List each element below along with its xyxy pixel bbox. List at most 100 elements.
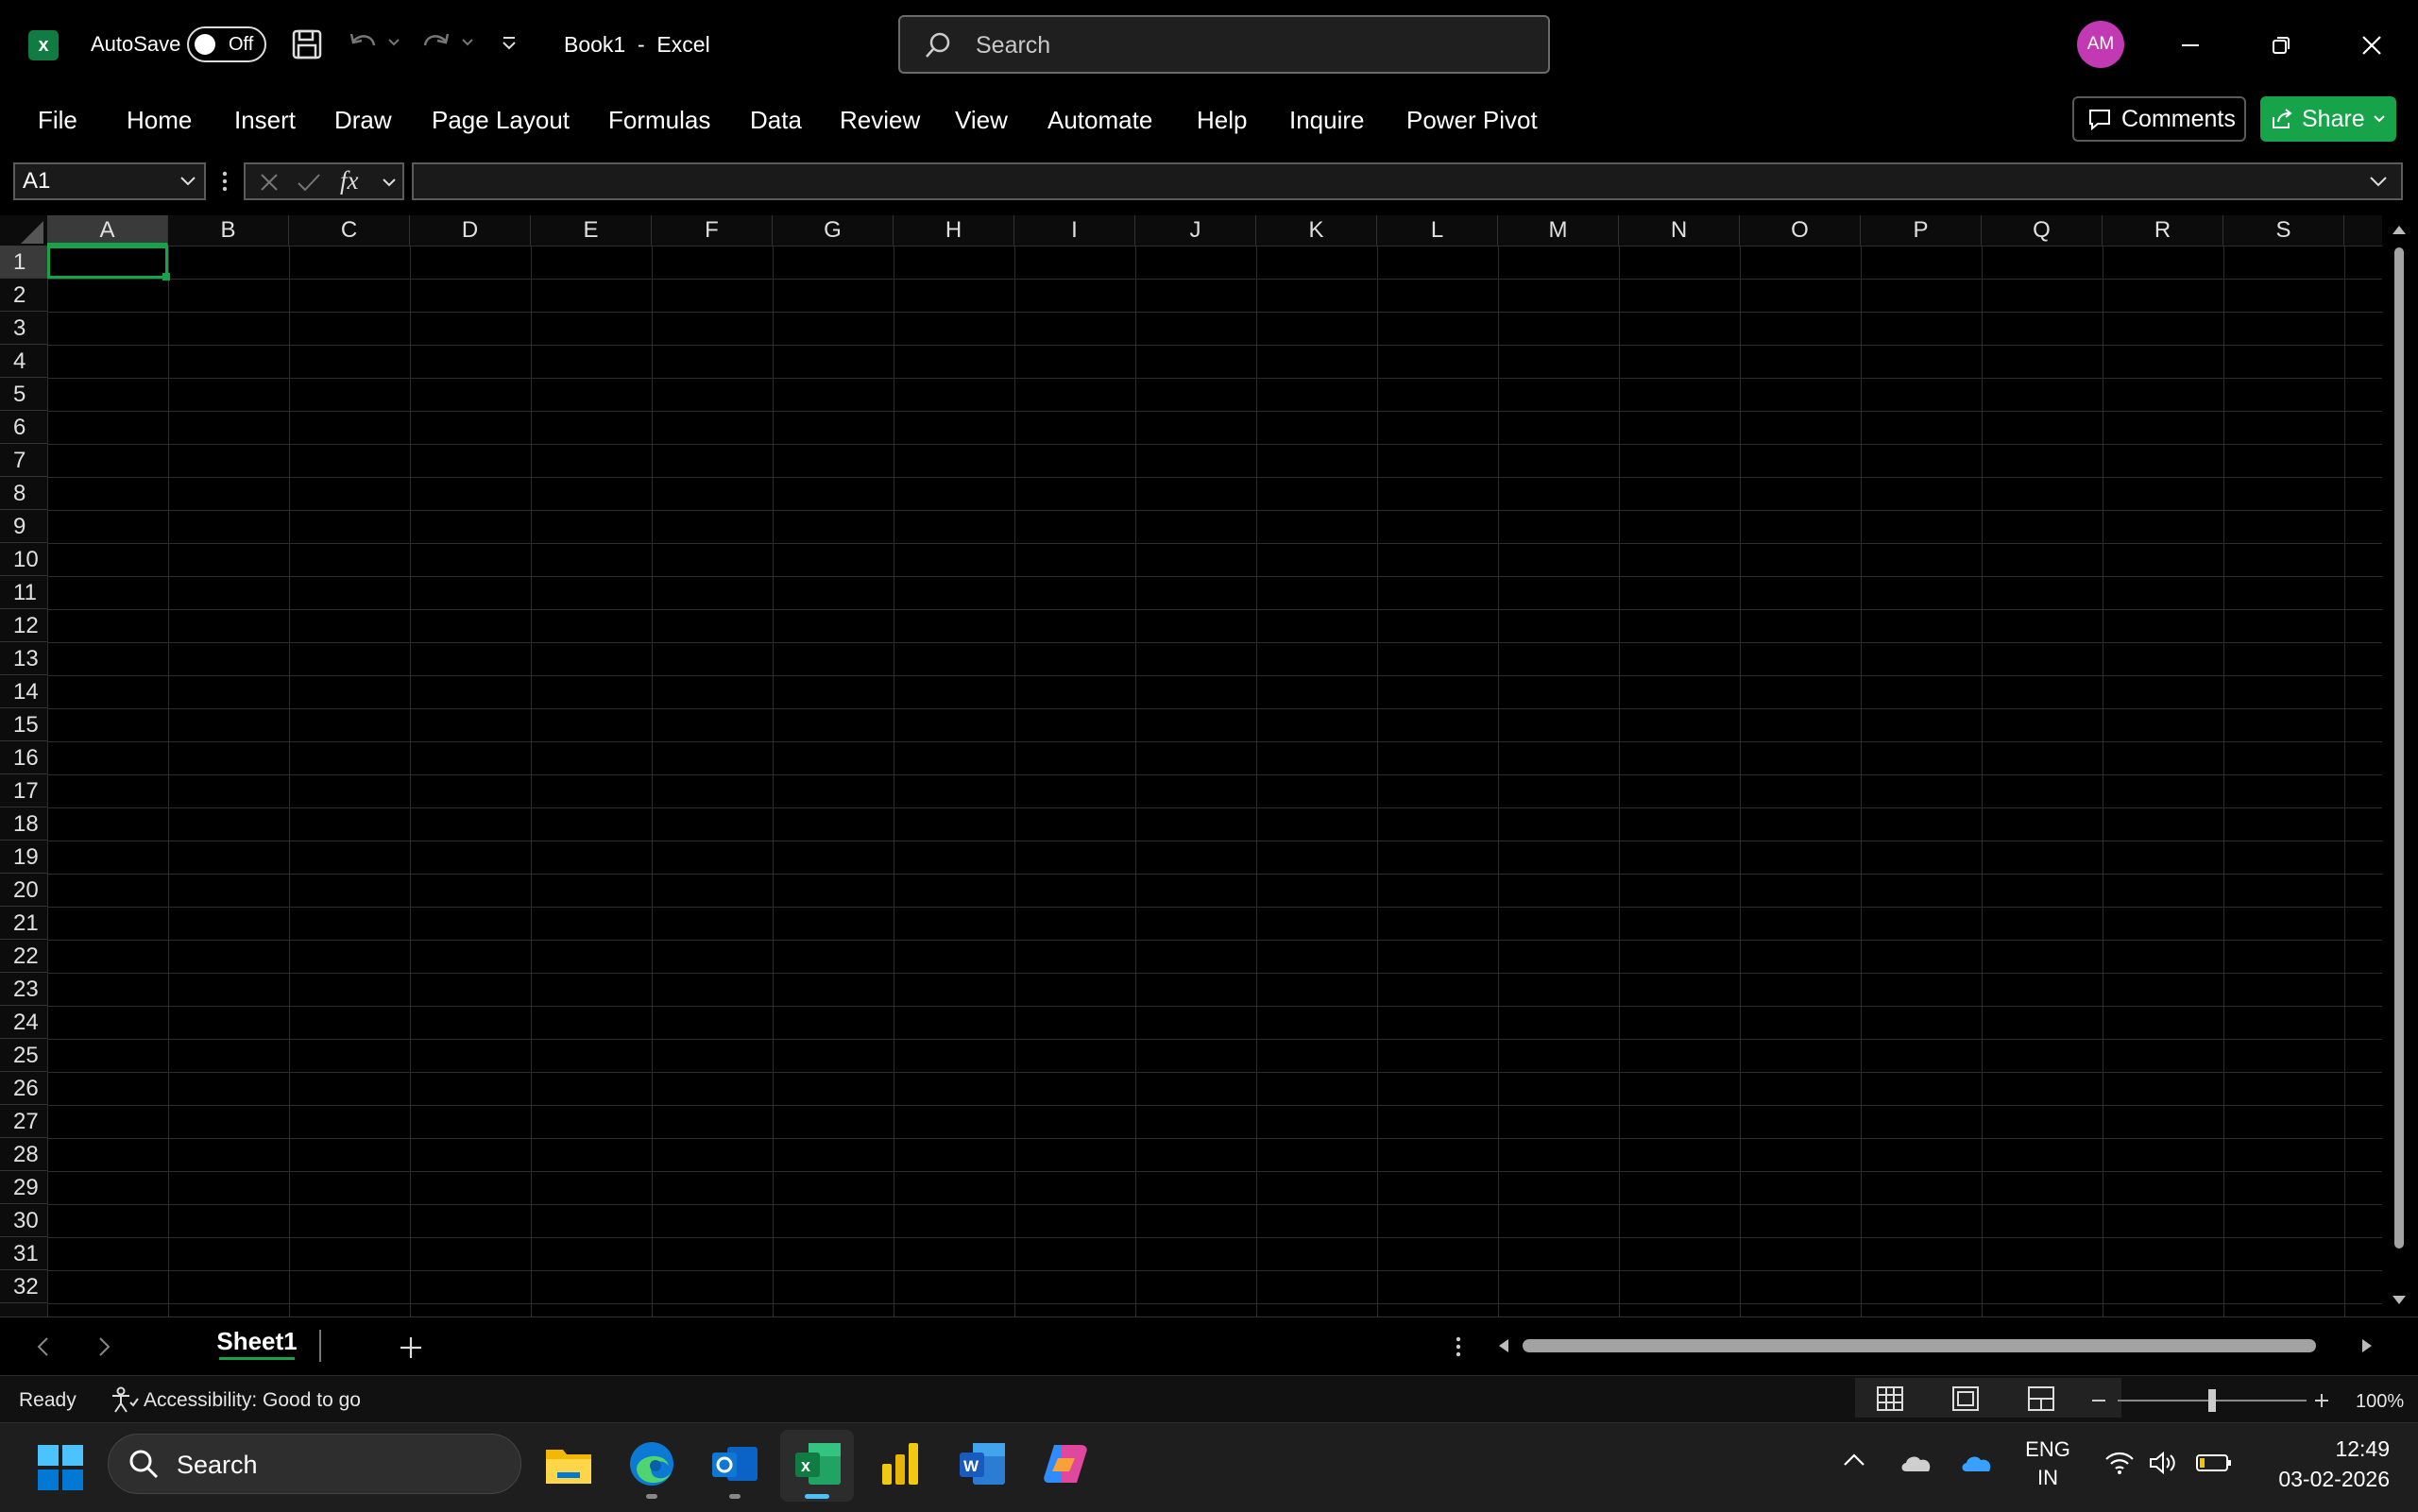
undo-icon[interactable]	[346, 28, 380, 60]
cell-grid[interactable]	[47, 246, 2382, 1317]
row-header-3[interactable]: 3	[0, 312, 47, 345]
row-header-30[interactable]: 30	[0, 1204, 47, 1237]
row-header-18[interactable]: 18	[0, 807, 47, 841]
share-button[interactable]: Share	[2260, 96, 2396, 142]
sheet-tab-sheet1[interactable]: Sheet1	[202, 1320, 312, 1366]
column-header-n[interactable]: N	[1619, 215, 1740, 246]
redo-icon[interactable]	[419, 28, 453, 60]
formula-input[interactable]	[412, 162, 2403, 200]
column-header-r[interactable]: R	[2103, 215, 2223, 246]
column-header-p[interactable]: P	[1861, 215, 1982, 246]
row-header-21[interactable]: 21	[0, 907, 47, 940]
row-header-20[interactable]: 20	[0, 874, 47, 907]
menu-review[interactable]: Review	[840, 106, 920, 135]
zoom-percentage[interactable]: 100%	[2356, 1391, 2404, 1413]
menu-home[interactable]: Home	[127, 106, 192, 135]
row-header-8[interactable]: 8	[0, 477, 47, 510]
menu-inquire[interactable]: Inquire	[1289, 106, 1365, 135]
row-header-25[interactable]: 25	[0, 1039, 47, 1072]
row-header-22[interactable]: 22	[0, 940, 47, 973]
row-header-24[interactable]: 24	[0, 1006, 47, 1039]
battery-icon[interactable]	[2195, 1453, 2233, 1473]
wifi-icon[interactable]	[2104, 1451, 2135, 1475]
row-header-4[interactable]: 4	[0, 345, 47, 378]
column-header-b[interactable]: B	[168, 215, 289, 246]
row-header-27[interactable]: 27	[0, 1105, 47, 1138]
menu-formulas[interactable]: Formulas	[608, 106, 710, 135]
undo-dropdown-chevron-icon[interactable]	[387, 38, 400, 47]
row-header-7[interactable]: 7	[0, 444, 47, 477]
column-header-m[interactable]: M	[1498, 215, 1619, 246]
horizontal-scrollbar[interactable]	[1492, 1332, 2380, 1360]
row-header-23[interactable]: 23	[0, 973, 47, 1006]
page-layout-view-icon[interactable]	[1951, 1385, 1980, 1412]
next-sheet-icon[interactable]	[94, 1335, 113, 1358]
active-cell[interactable]	[47, 246, 170, 280]
row-header-9[interactable]: 9	[0, 510, 47, 543]
column-header-i[interactable]: I	[1014, 215, 1135, 246]
row-header-14[interactable]: 14	[0, 675, 47, 708]
search-box[interactable]: Search	[898, 15, 1550, 74]
menu-file[interactable]: File	[38, 106, 77, 135]
menu-automate[interactable]: Automate	[1047, 106, 1152, 135]
customize-toolbar-icon[interactable]	[501, 36, 518, 51]
row-header-6[interactable]: 6	[0, 411, 47, 444]
column-header-l[interactable]: L	[1377, 215, 1498, 246]
accessibility-icon[interactable]	[110, 1385, 140, 1414]
add-sheet-icon[interactable]	[397, 1334, 425, 1362]
row-header-15[interactable]: 15	[0, 708, 47, 741]
row-header-16[interactable]: 16	[0, 741, 47, 774]
insert-function-button[interactable]: fx	[340, 166, 359, 195]
file-explorer-icon[interactable]	[542, 1437, 595, 1490]
menu-power-pivot[interactable]: Power Pivot	[1406, 106, 1538, 135]
column-header-q[interactable]: Q	[1982, 215, 2103, 246]
previous-sheet-icon[interactable]	[34, 1335, 53, 1358]
row-header-19[interactable]: 19	[0, 841, 47, 874]
name-box[interactable]: A1	[13, 162, 206, 200]
copilot-icon[interactable]	[1039, 1437, 1092, 1490]
language-indicator[interactable]: ENG IN	[2021, 1436, 2074, 1492]
redo-dropdown-chevron-icon[interactable]	[461, 38, 474, 47]
row-header-29[interactable]: 29	[0, 1171, 47, 1204]
normal-view-icon[interactable]	[1876, 1385, 1904, 1412]
row-header-17[interactable]: 17	[0, 774, 47, 807]
column-header-c[interactable]: C	[289, 215, 410, 246]
vertical-scrollbar[interactable]	[2386, 215, 2412, 1317]
word-icon[interactable]: W	[956, 1437, 1009, 1490]
menu-page-layout[interactable]: Page Layout	[432, 106, 570, 135]
column-header-e[interactable]: E	[531, 215, 652, 246]
row-header-26[interactable]: 26	[0, 1072, 47, 1105]
row-header-5[interactable]: 5	[0, 378, 47, 411]
column-header-s[interactable]: S	[2223, 215, 2344, 246]
column-header-h[interactable]: H	[894, 215, 1014, 246]
menu-draw[interactable]: Draw	[334, 106, 392, 135]
confirm-entry-icon[interactable]	[297, 172, 321, 193]
accessibility-status[interactable]: Accessibility: Good to go	[144, 1389, 361, 1412]
page-break-preview-icon[interactable]	[2027, 1385, 2055, 1412]
power-bi-icon[interactable]	[875, 1437, 928, 1490]
cancel-entry-icon[interactable]	[259, 172, 280, 193]
sheet-options-icon[interactable]	[1455, 1335, 1462, 1358]
save-icon[interactable]	[291, 28, 323, 60]
column-header-g[interactable]: G	[773, 215, 894, 246]
tray-chevron-up-icon[interactable]	[1842, 1451, 1866, 1470]
menu-data[interactable]: Data	[750, 106, 802, 135]
outlook-icon[interactable]	[708, 1437, 761, 1490]
onedrive-personal-icon[interactable]	[1899, 1449, 1934, 1475]
row-header-13[interactable]: 13	[0, 642, 47, 675]
row-header-2[interactable]: 2	[0, 279, 47, 312]
clock[interactable]: 12:49 03-02-2026	[2257, 1434, 2390, 1494]
row-header-10[interactable]: 10	[0, 543, 47, 576]
select-all-corner[interactable]	[0, 215, 47, 246]
zoom-in-icon[interactable]	[2314, 1393, 2329, 1408]
vertical-scroll-thumb[interactable]	[2394, 247, 2404, 1249]
column-header-j[interactable]: J	[1135, 215, 1256, 246]
column-header-o[interactable]: O	[1740, 215, 1861, 246]
column-header-k[interactable]: K	[1256, 215, 1377, 246]
user-avatar[interactable]: AM	[2077, 21, 2124, 68]
windows-start-icon[interactable]	[36, 1443, 85, 1492]
row-header-32[interactable]: 32	[0, 1270, 47, 1303]
minimize-button[interactable]	[2148, 19, 2233, 72]
onedrive-business-icon[interactable]	[1959, 1449, 1995, 1475]
column-header-a[interactable]: A	[47, 215, 168, 246]
